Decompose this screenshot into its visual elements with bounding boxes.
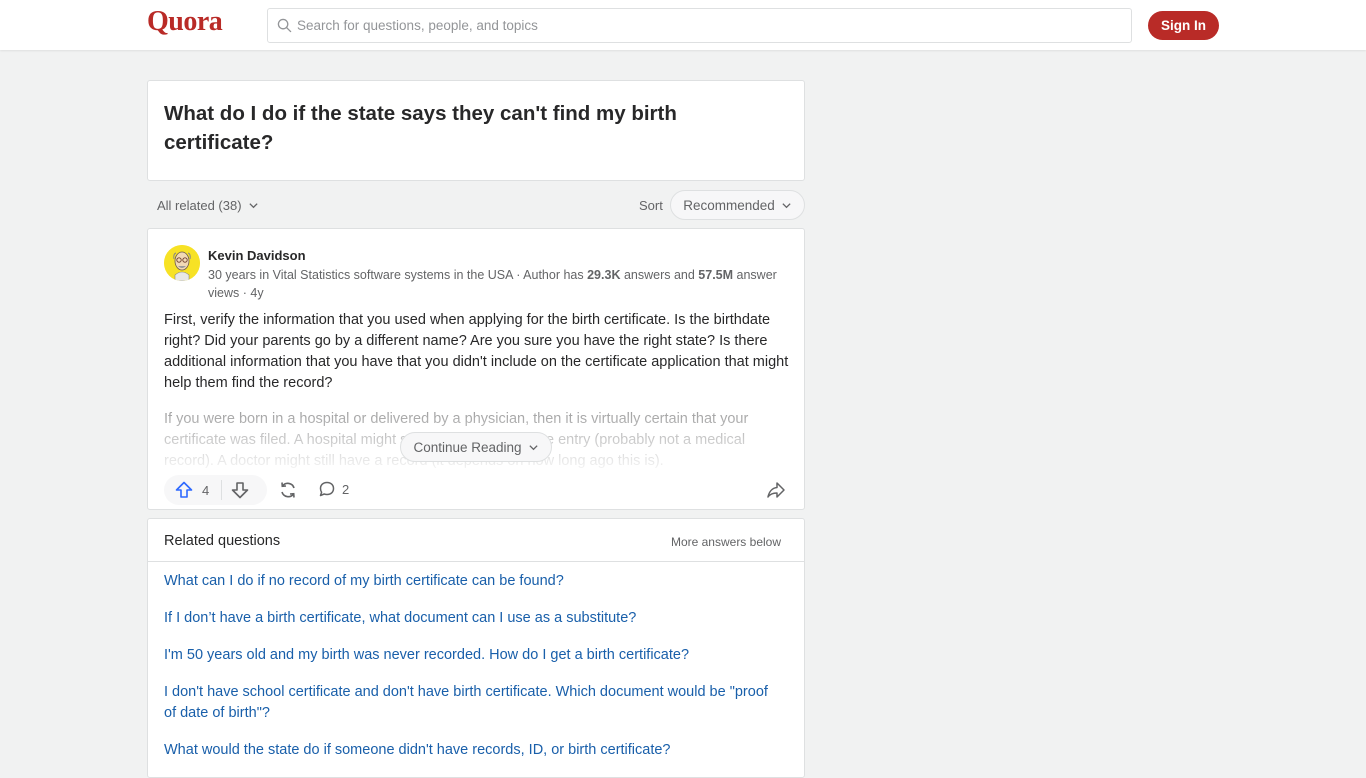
upvote-button[interactable]: 4	[164, 475, 209, 505]
related-questions-card: Related questions More answers below Wha…	[147, 518, 805, 778]
related-question-link[interactable]: I don't have school certificate and don'…	[164, 684, 768, 721]
chevron-down-icon	[528, 444, 538, 450]
related-questions-list: What can I do if no record of my birth c…	[164, 571, 784, 777]
continue-reading-button[interactable]: Continue Reading	[400, 432, 552, 462]
all-related-dropdown[interactable]: All related (38)	[157, 198, 259, 213]
sign-in-button[interactable]: Sign In	[1148, 11, 1219, 40]
related-question-item: What would the state do if someone didn'…	[164, 740, 784, 761]
top-navigation-bar: Quora Sign In	[0, 0, 1366, 50]
author-avatar[interactable]	[164, 245, 200, 281]
upvote-arrow-icon	[175, 481, 193, 498]
reshare-icon[interactable]	[278, 480, 298, 500]
sort-value: Recommended	[683, 197, 775, 213]
views-count: 57.5M	[698, 268, 734, 282]
credential-text: 30 years in Vital Statistics software sy…	[208, 268, 588, 282]
question-card: What do I do if the state says they can'…	[147, 80, 805, 181]
author-credential: 30 years in Vital Statistics software sy…	[208, 266, 798, 302]
search-input[interactable]	[297, 18, 1097, 33]
related-question-item: I'm 50 years old and my birth was never …	[164, 645, 784, 666]
related-question-item: I don't have school certificate and don'…	[164, 682, 784, 724]
question-title: What do I do if the state says they can'…	[164, 102, 677, 154]
credential-mid: answers and	[620, 268, 699, 282]
all-related-label: All related (38)	[157, 198, 242, 213]
search-box[interactable]	[267, 8, 1132, 43]
search-icon	[277, 18, 292, 33]
related-question-item: What can I do if no record of my birth c…	[164, 571, 784, 592]
related-questions-header: Related questions More answers below	[148, 519, 804, 562]
related-question-link[interactable]: I'm 50 years old and my birth was never …	[164, 647, 689, 663]
answer-body: First, verify the information that you u…	[164, 312, 789, 391]
sort-dropdown[interactable]: Recommended	[670, 190, 805, 220]
chevron-down-icon	[248, 203, 258, 209]
downvote-button[interactable]	[222, 475, 258, 505]
continue-reading-label: Continue Reading	[413, 439, 522, 455]
related-question-link[interactable]: What would the state do if someone didn'…	[164, 742, 671, 758]
related-question-item: If I don’t have a birth certificate, wha…	[164, 608, 784, 629]
answer-actions: 4 2	[164, 475, 790, 505]
avatar-cartoon-icon	[164, 245, 200, 281]
filter-row: All related (38) Sort Recommended	[147, 190, 805, 220]
quora-logo[interactable]: Quora	[147, 6, 223, 38]
author-name[interactable]: Kevin Davidson	[208, 248, 306, 263]
answers-count: 29.3K	[587, 268, 621, 282]
vote-group: 4	[164, 475, 267, 505]
comment-count: 2	[342, 481, 350, 497]
more-answers-below-label: More answers below	[670, 535, 781, 549]
related-questions-title: Related questions	[164, 533, 281, 549]
share-forward-icon[interactable]	[766, 480, 786, 500]
related-question-link[interactable]: What can I do if no record of my birth c…	[164, 573, 564, 589]
comment-button[interactable]: 2	[318, 480, 349, 498]
comment-bubble-icon	[319, 481, 335, 497]
sort-label: Sort	[639, 198, 663, 213]
related-question-link[interactable]: If I don’t have a birth certificate, wha…	[164, 610, 636, 626]
answer-card: Kevin Davidson 30 years in Vital Statist…	[147, 228, 805, 510]
upvote-count: 4	[202, 482, 210, 498]
chevron-down-icon	[782, 202, 791, 208]
downvote-arrow-icon	[231, 482, 249, 499]
